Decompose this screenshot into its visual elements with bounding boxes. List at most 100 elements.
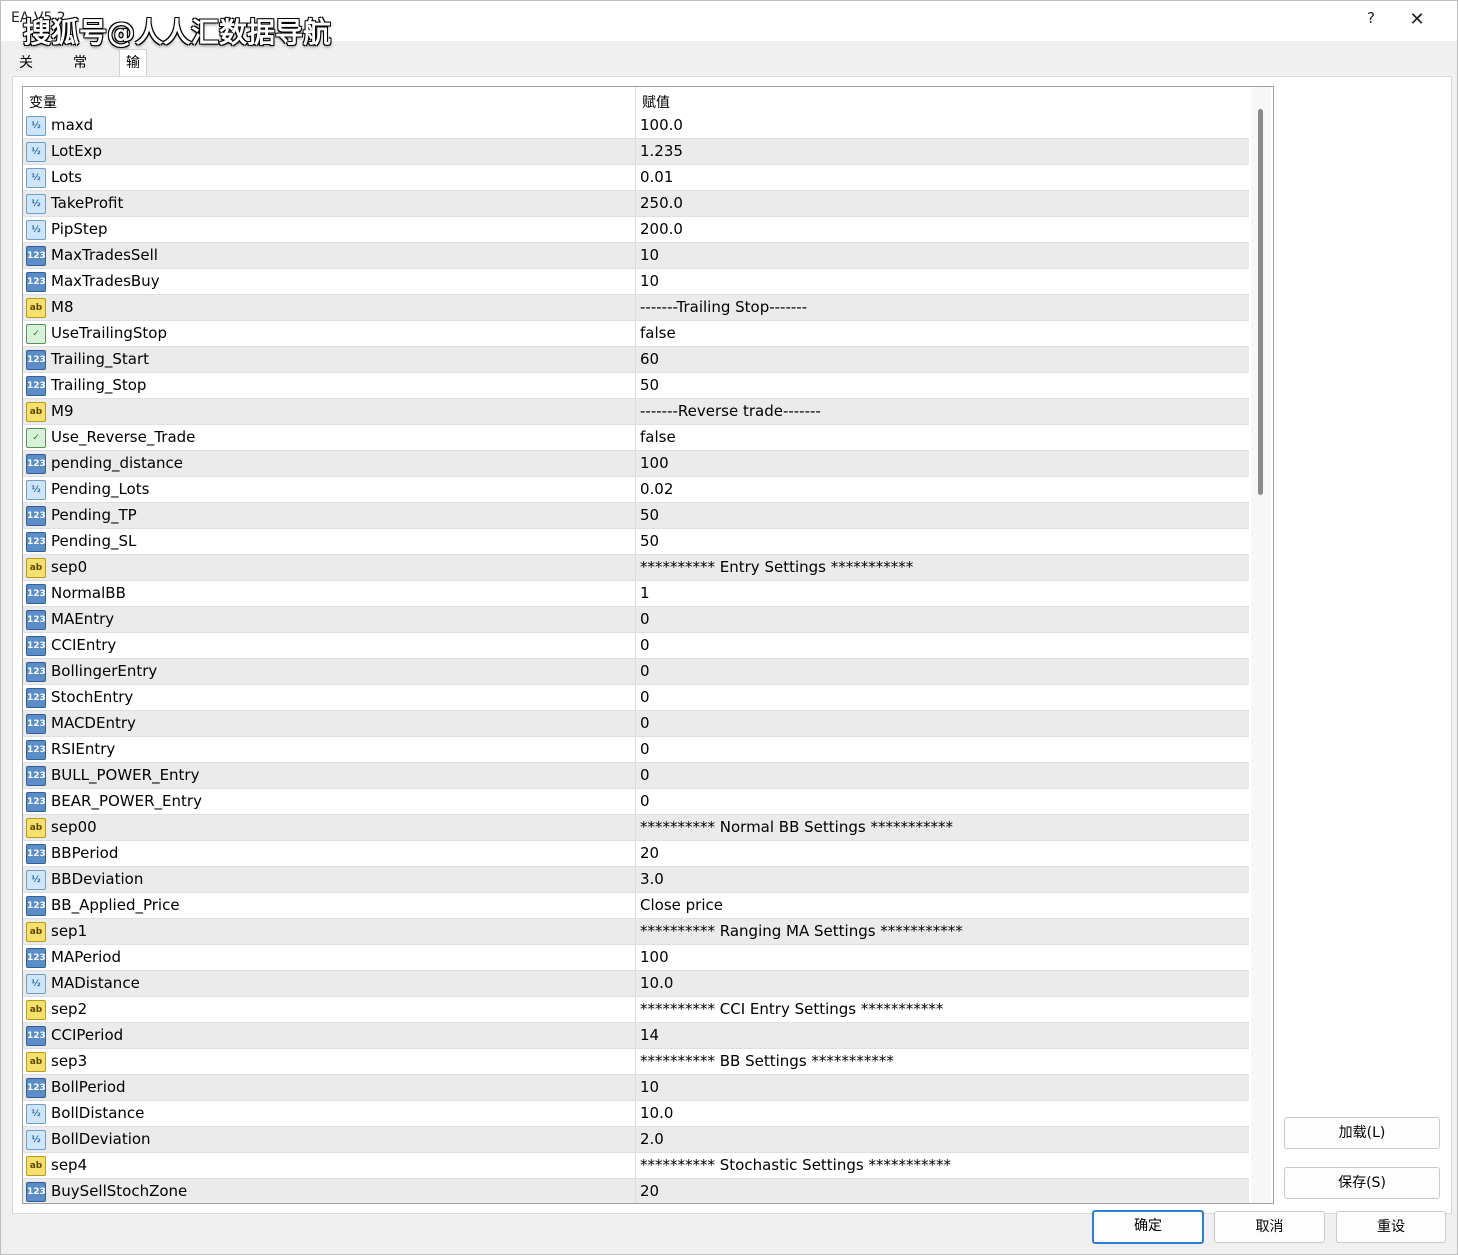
param-row[interactable]: 123 MAEntry 0	[23, 607, 1249, 633]
param-row[interactable]: ½ BollDistance 10.0	[23, 1101, 1249, 1127]
param-value[interactable]: 0	[640, 662, 650, 680]
param-value[interactable]: ********** Stochastic Settings *********…	[640, 1156, 951, 1174]
param-value[interactable]: 2.0	[640, 1130, 664, 1148]
param-value[interactable]: 0.01	[640, 168, 673, 186]
param-row[interactable]: 123 RSIEntry 0	[23, 737, 1249, 763]
param-value[interactable]: 20	[640, 844, 659, 862]
param-value[interactable]: 10	[640, 246, 659, 264]
load-button[interactable]: 加载(L)	[1284, 1117, 1440, 1149]
param-row[interactable]: ½ PipStep 200.0	[23, 217, 1249, 243]
vertical-scrollbar[interactable]	[1251, 87, 1271, 1203]
param-row[interactable]: ✓ UseTrailingStop false	[23, 321, 1249, 347]
reset-button[interactable]: 重设	[1336, 1211, 1446, 1243]
param-row[interactable]: ✓ Use_Reverse_Trade false	[23, 425, 1249, 451]
param-row[interactable]: ½ Lots 0.01	[23, 165, 1249, 191]
param-value[interactable]: 10	[640, 272, 659, 290]
scrollbar-thumb[interactable]	[1258, 109, 1263, 495]
param-value[interactable]: 0	[640, 636, 650, 654]
param-name: StochEntry	[51, 688, 134, 706]
param-row[interactable]: 123 BollingerEntry 0	[23, 659, 1249, 685]
param-row[interactable]: 123 MaxTradesBuy 10	[23, 269, 1249, 295]
param-row[interactable]: 123 BULL_POWER_Entry 0	[23, 763, 1249, 789]
param-row[interactable]: ab sep2 ********** CCI Entry Settings ****…	[23, 997, 1249, 1023]
param-row[interactable]: ½ BollDeviation 2.0	[23, 1127, 1249, 1153]
param-value[interactable]: ********** Normal BB Settings **********…	[640, 818, 953, 836]
ok-button[interactable]: 确定	[1092, 1210, 1204, 1244]
param-value[interactable]: ********** CCI Entry Settings **********…	[640, 1000, 943, 1018]
param-value[interactable]: 0	[640, 766, 650, 784]
param-value[interactable]: 10.0	[640, 974, 673, 992]
help-button[interactable]: ?	[1356, 9, 1386, 33]
param-value[interactable]: -------Reverse trade-------	[640, 402, 821, 420]
param-value[interactable]: 1	[640, 584, 650, 602]
param-value[interactable]: 0	[640, 688, 650, 706]
param-row[interactable]: ½ maxd 100.0	[23, 113, 1249, 139]
param-row[interactable]: ½ Pending_Lots 0.02	[23, 477, 1249, 503]
param-value[interactable]: 14	[640, 1026, 659, 1044]
param-row[interactable]: 123 MACDEntry 0	[23, 711, 1249, 737]
param-row[interactable]: ½ MADistance 10.0	[23, 971, 1249, 997]
param-value[interactable]: false	[640, 428, 676, 446]
param-row[interactable]: ab sep1 ********** Ranging MA Settings ***…	[23, 919, 1249, 945]
param-value[interactable]: 0	[640, 714, 650, 732]
param-row[interactable]: ½ TakeProfit 250.0	[23, 191, 1249, 217]
param-row[interactable]: 123 CCIEntry 0	[23, 633, 1249, 659]
param-value[interactable]: -------Trailing Stop-------	[640, 298, 807, 316]
param-value[interactable]: 3.0	[640, 870, 664, 888]
param-value[interactable]: 100	[640, 454, 669, 472]
close-button[interactable]: ✕	[1401, 9, 1433, 33]
column-header-variable[interactable]: 变量	[29, 92, 57, 112]
cancel-button[interactable]: 取消	[1214, 1211, 1325, 1243]
param-value[interactable]: false	[640, 324, 676, 342]
param-value[interactable]: 0	[640, 792, 650, 810]
column-header-value[interactable]: 赋值	[642, 92, 670, 112]
param-row[interactable]: 123 Trailing_Stop 50	[23, 373, 1249, 399]
param-row[interactable]: ab M9 -------Reverse trade-------	[23, 399, 1249, 425]
param-value[interactable]: 100	[640, 948, 669, 966]
param-value[interactable]: 0	[640, 610, 650, 628]
column-divider[interactable]	[635, 87, 636, 113]
param-row[interactable]: ab sep3 ********** BB Settings ***********	[23, 1049, 1249, 1075]
param-value[interactable]: 1.235	[640, 142, 683, 160]
param-row[interactable]: 123 MAPeriod 100	[23, 945, 1249, 971]
param-value[interactable]: Close price	[640, 896, 723, 914]
param-value[interactable]: 200.0	[640, 220, 683, 238]
tab-inputs[interactable]: 输入参数	[119, 49, 147, 149]
param-row[interactable]: 123 BB_Applied_Price Close price	[23, 893, 1249, 919]
param-row[interactable]: 123 Pending_TP 50	[23, 503, 1249, 529]
param-value[interactable]: ********** Ranging MA Settings *********…	[640, 922, 963, 940]
param-value[interactable]: 20	[640, 1182, 659, 1200]
param-value[interactable]: 10.0	[640, 1104, 673, 1122]
param-value[interactable]: 250.0	[640, 194, 683, 212]
param-row[interactable]: 123 BollPeriod 10	[23, 1075, 1249, 1101]
param-value[interactable]: 60	[640, 350, 659, 368]
param-row[interactable]: 123 Trailing_Start 60	[23, 347, 1249, 373]
param-value[interactable]: 50	[640, 376, 659, 394]
param-value[interactable]: 100.0	[640, 116, 683, 134]
param-value[interactable]: ********** BB Settings ***********	[640, 1052, 894, 1070]
param-value[interactable]: 50	[640, 532, 659, 550]
param-row[interactable]: 123 pending_distance 100	[23, 451, 1249, 477]
param-row[interactable]: ½ LotExp 1.235	[23, 139, 1249, 165]
save-button[interactable]: 保存(S)	[1284, 1167, 1440, 1199]
param-row[interactable]: ab sep0 ********** Entry Settings ********…	[23, 555, 1249, 581]
param-row[interactable]: 123 Pending_SL 50	[23, 529, 1249, 555]
tab-about[interactable]: 关于	[13, 51, 39, 95]
param-row[interactable]: 123 BuySellStochZone 20	[23, 1179, 1249, 1203]
param-row[interactable]: ½ BBDeviation 3.0	[23, 867, 1249, 893]
param-row[interactable]: 123 BBPeriod 20	[23, 841, 1249, 867]
param-row[interactable]: ab sep4 ********** Stochastic Settings ***…	[23, 1153, 1249, 1179]
param-row[interactable]: 123 MaxTradesSell 10	[23, 243, 1249, 269]
param-row[interactable]: ab M8 -------Trailing Stop-------	[23, 295, 1249, 321]
param-row[interactable]: 123 CCIPeriod 14	[23, 1023, 1249, 1049]
param-value[interactable]: 50	[640, 506, 659, 524]
param-row[interactable]: 123 BEAR_POWER_Entry 0	[23, 789, 1249, 815]
param-value[interactable]: ********** Entry Settings ***********	[640, 558, 913, 576]
param-row[interactable]: ab sep00 ********** Normal BB Settings ***…	[23, 815, 1249, 841]
param-value[interactable]: 0	[640, 740, 650, 758]
param-row[interactable]: 123 NormalBB 1	[23, 581, 1249, 607]
param-row[interactable]: 123 StochEntry 0	[23, 685, 1249, 711]
param-value[interactable]: 0.02	[640, 480, 673, 498]
param-value[interactable]: 10	[640, 1078, 659, 1096]
tab-common[interactable]: 常用	[67, 51, 93, 95]
